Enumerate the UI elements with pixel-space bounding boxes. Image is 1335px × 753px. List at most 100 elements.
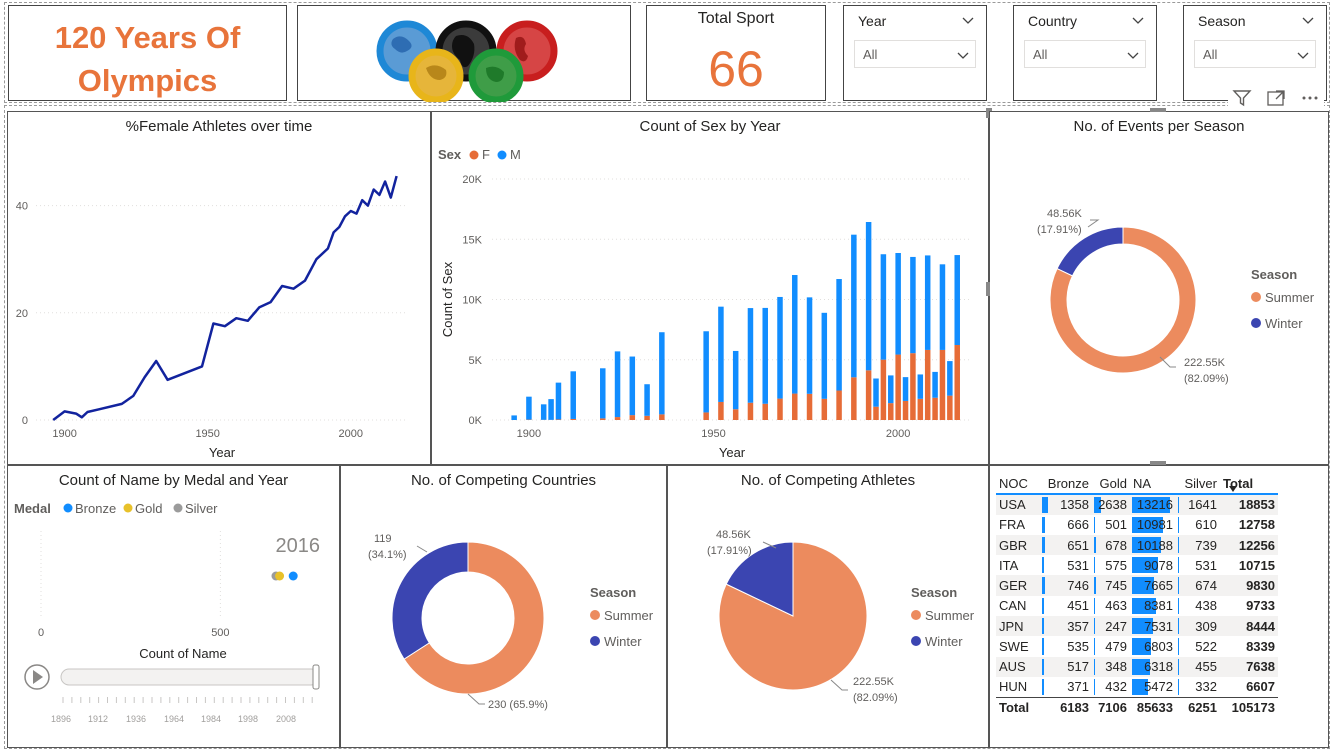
dashboard-title-line1: 120 Years Of xyxy=(54,20,241,55)
legend-marker-male xyxy=(497,150,507,160)
competing-countries-panel[interactable]: No. of Competing Countries 230 (65.9%) 11… xyxy=(340,465,667,748)
bar-male xyxy=(865,222,872,371)
resize-handle[interactable] xyxy=(1150,461,1166,465)
sex-by-year-panel[interactable]: Count of Sex by Year Sex F M 0K 5K 10K 15K 20K 1… xyxy=(431,111,989,465)
data-bar xyxy=(1094,577,1096,594)
table-row[interactable]: HUN 371 432 5472 332 6607 xyxy=(996,677,1278,697)
cell-value: 10981 xyxy=(1136,517,1173,533)
competing-athletes-pie[interactable]: 222.55K (82.09%) 48.56K (17.91%) Season Summe… xyxy=(668,466,988,747)
total-bronze: 6183 xyxy=(1060,700,1089,716)
gold-cell: 348 xyxy=(1092,656,1130,677)
season-slicer-dropdown[interactable]: All xyxy=(1194,40,1316,68)
filter-icon[interactable] xyxy=(1232,89,1252,107)
competing-countries-donut[interactable]: 230 (65.9%) 119 (34.1%) Season Summer Winter xyxy=(341,466,666,747)
country-slicer-dropdown[interactable]: All xyxy=(1024,40,1146,68)
events-per-season-donut[interactable]: 222.55K (82.09%) 48.56K (17.91%) Season Summe… xyxy=(990,112,1328,464)
events-per-season-panel[interactable]: No. of Events per Season 222.55K (82.09%)… xyxy=(989,111,1329,465)
total-cell: 8444 xyxy=(1220,616,1278,637)
winter-data-label: 48.56K xyxy=(1047,208,1083,220)
athletes-legend-marker-summer xyxy=(911,610,921,620)
data-bar xyxy=(1178,536,1180,554)
cell-value: 7531 xyxy=(1144,618,1173,634)
column-header[interactable]: Bronze xyxy=(1040,474,1092,494)
table-row[interactable]: GBR 651 678 10188 739 12256 xyxy=(996,534,1278,556)
silver-cell: 1641 xyxy=(1176,494,1220,515)
resize-handle[interactable] xyxy=(986,282,990,296)
bar-female xyxy=(718,401,724,420)
bar-male xyxy=(659,332,665,415)
gold-cell: 575 xyxy=(1092,555,1130,575)
chevron-down-icon[interactable] xyxy=(1302,14,1314,26)
medal-matrix[interactable]: NOC Bronze Gold NA Silver Total USA 1358 2… xyxy=(996,474,1278,718)
female-pct-panel[interactable]: %Female Athletes over time 0 20 40 1900 1950… xyxy=(7,111,431,465)
chevron-down-icon xyxy=(1127,52,1139,59)
y-tick-label: 5K xyxy=(469,355,483,367)
table-row[interactable]: JPN 357 247 7531 309 8444 xyxy=(996,616,1278,637)
focus-mode-icon[interactable] xyxy=(1266,89,1286,107)
play-axis-year-tick: 1984 xyxy=(201,714,221,724)
events-legend-label-winter: Winter xyxy=(1265,316,1303,331)
data-bar xyxy=(1094,536,1096,554)
title-card: 120 Years Of Olympics xyxy=(8,5,287,101)
bronze-cell: 517 xyxy=(1040,656,1092,677)
competing-athletes-panel[interactable]: No. of Competing Athletes 222.55K (82.09%… xyxy=(667,465,989,748)
female-pct-series-line xyxy=(52,175,398,421)
medal-matrix-panel[interactable]: NOC Bronze Gold NA Silver Total USA 1358 2… xyxy=(989,465,1329,748)
table-row[interactable]: CAN 451 463 8381 438 9733 xyxy=(996,596,1278,616)
medal-legend-marker-gold xyxy=(123,503,133,513)
table-row[interactable]: ITA 531 575 9078 531 10715 xyxy=(996,555,1278,575)
leader-line xyxy=(830,679,848,691)
play-button[interactable] xyxy=(24,664,50,690)
column-header[interactable]: NOC xyxy=(996,474,1040,494)
resize-handle[interactable] xyxy=(1150,108,1166,112)
table-row[interactable]: FRA 666 501 10981 610 12758 xyxy=(996,515,1278,535)
winter-data-label-pct: (17.91%) xyxy=(707,545,752,557)
play-axis-year-tick: 1912 xyxy=(88,714,108,724)
bar-male xyxy=(614,351,621,418)
silver-cell: 309 xyxy=(1176,616,1220,637)
year-slicer-dropdown[interactable]: All xyxy=(854,40,976,68)
noc-cell: SWE xyxy=(999,639,1029,655)
resize-handle[interactable] xyxy=(986,108,992,118)
medal-scatter-chart[interactable]: Medal Bronze Gold Silver 0 500 Count of Name 20… xyxy=(8,466,339,747)
data-bar xyxy=(1178,597,1180,615)
column-header[interactable]: Gold xyxy=(1092,474,1130,494)
data-bar xyxy=(1042,577,1046,594)
play-axis-thumb[interactable] xyxy=(312,664,320,690)
chevron-down-icon[interactable] xyxy=(1132,14,1144,26)
country-slicer[interactable]: Country All xyxy=(1013,5,1157,101)
na-cell: 13216 xyxy=(1130,494,1176,515)
cell-value: 6318 xyxy=(1144,659,1173,675)
cell-value: 12758 xyxy=(1238,517,1275,533)
cell-value: 247 xyxy=(1105,618,1127,634)
play-axis-slider[interactable] xyxy=(60,668,320,686)
silver-cell: 332 xyxy=(1176,677,1220,697)
column-header[interactable]: Silver xyxy=(1176,474,1220,494)
more-options-icon[interactable] xyxy=(1300,89,1320,107)
table-row[interactable]: GER 746 745 7665 674 9830 xyxy=(996,575,1278,596)
table-row[interactable]: USA 1358 2638 13216 1641 18853 xyxy=(996,494,1278,515)
female-pct-line-chart[interactable]: 0 20 40 1900 1950 2000 Year xyxy=(8,112,430,464)
year-slicer[interactable]: Year All xyxy=(843,5,987,101)
bar-male xyxy=(703,331,709,413)
cell-value: 309 xyxy=(1195,618,1217,634)
medal-scatter-panel[interactable]: Count of Name by Medal and Year Medal Bro… xyxy=(7,465,340,748)
column-header[interactable]: NA xyxy=(1130,474,1176,494)
play-axis-year-tick: 1896 xyxy=(51,714,71,724)
noc-cell: AUS xyxy=(996,656,1040,677)
noc-cell: ITA xyxy=(999,557,1019,573)
total-cell: 9733 xyxy=(1220,596,1278,616)
table-row[interactable]: AUS 517 348 6318 455 7638 xyxy=(996,656,1278,677)
data-bar xyxy=(1042,597,1045,615)
season-slicer[interactable]: Season All xyxy=(1183,5,1327,101)
sex-by-year-bar-chart[interactable]: Sex F M0K5K10K15K20K1900 1950 2000YearCount … xyxy=(432,112,988,464)
column-header[interactable]: Total xyxy=(1220,474,1278,494)
data-bar xyxy=(1094,516,1096,533)
cell-value: 517 xyxy=(1067,659,1089,675)
cell-value: 348 xyxy=(1105,659,1127,675)
noc-cell: GER xyxy=(996,575,1040,596)
table-row[interactable]: SWE 535 479 6803 522 8339 xyxy=(996,636,1278,656)
bar-female xyxy=(629,415,636,420)
cell-value: 531 xyxy=(1067,557,1089,573)
chevron-down-icon[interactable] xyxy=(962,14,974,26)
